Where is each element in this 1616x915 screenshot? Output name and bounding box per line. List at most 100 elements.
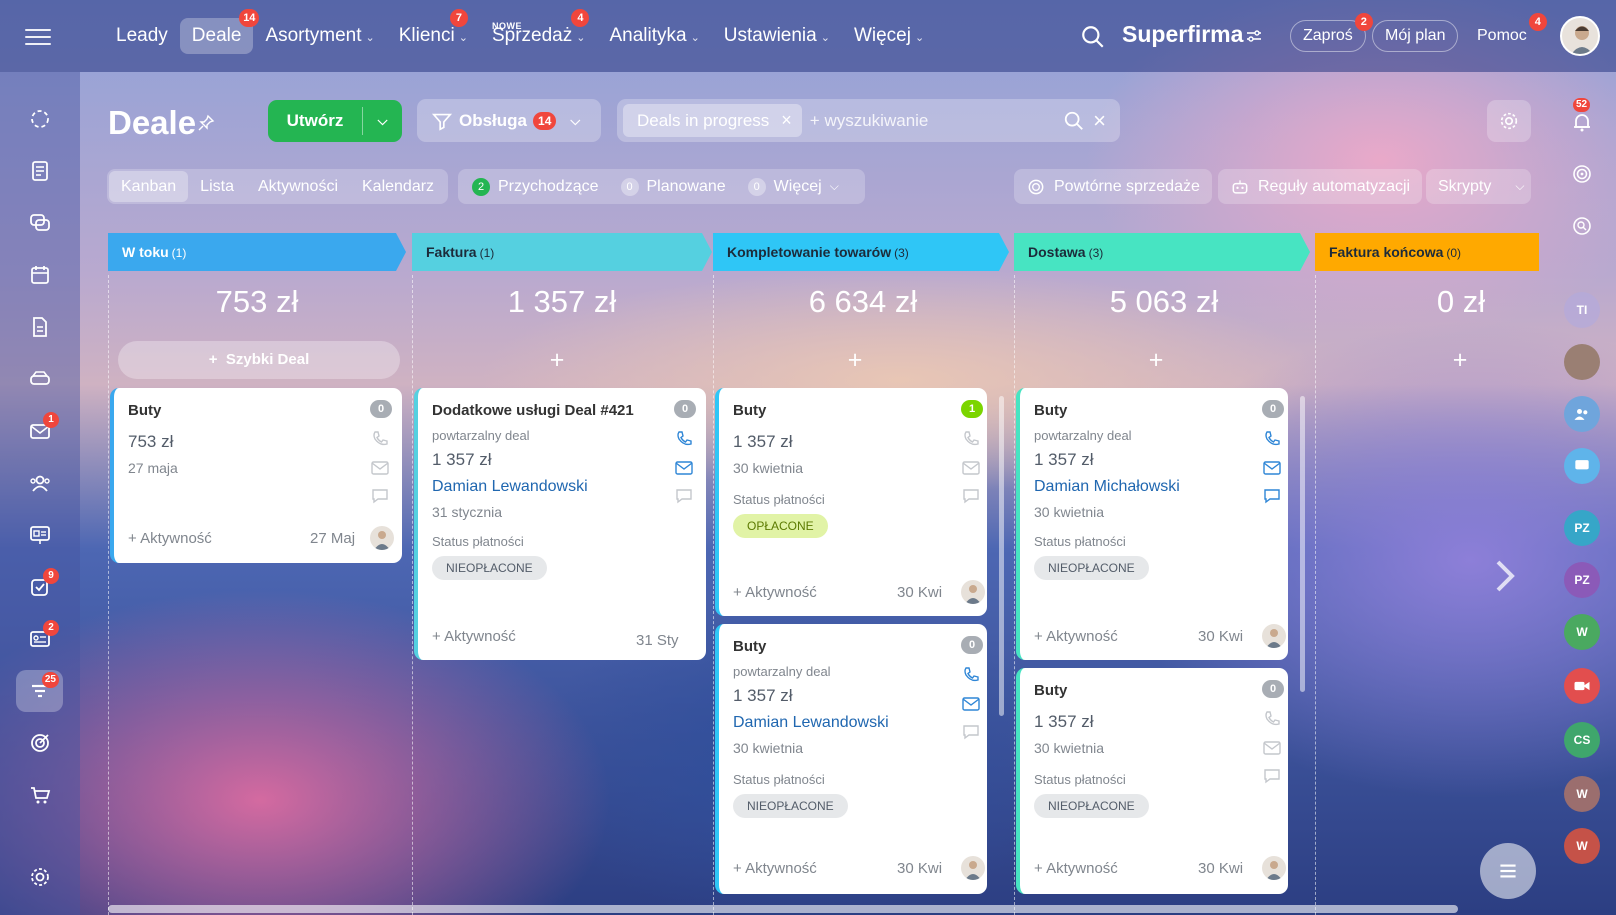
phone-icon[interactable]: [370, 429, 390, 449]
status-badge[interactable]: NIEOPŁACONE: [1034, 794, 1149, 818]
repeat-sales-button[interactable]: Powtórne sprzedaże: [1014, 169, 1212, 204]
add-deal-button[interactable]: +: [1143, 346, 1169, 374]
sidebar-item-feed[interactable]: [16, 150, 63, 192]
clear-icon[interactable]: ×: [1093, 108, 1106, 134]
menu-icon[interactable]: [22, 24, 54, 48]
sidebar-item-crm[interactable]: 25: [16, 670, 63, 712]
chevron-down-icon[interactable]: ⌵: [1515, 179, 1524, 194]
phone-icon[interactable]: [1262, 709, 1282, 729]
user-avatar[interactable]: [1560, 16, 1600, 56]
invite-button[interactable]: Zaproś 2: [1290, 13, 1373, 52]
status-badge[interactable]: NIEOPŁACONE: [432, 556, 547, 580]
chat-widget-button[interactable]: [1480, 843, 1536, 899]
deal-title[interactable]: Dodatkowe usługi Deal #421: [432, 402, 634, 419]
deal-title[interactable]: Buty: [1034, 682, 1067, 699]
comment-icon[interactable]: [370, 486, 390, 506]
sidebar-item-settings[interactable]: [16, 856, 63, 898]
pipeline-selector[interactable]: Obsługa 14 ⌵: [417, 99, 601, 142]
sidebar-item-sites[interactable]: 2: [16, 618, 63, 660]
recent-chat-avatar[interactable]: CS: [1564, 722, 1600, 758]
nav-ustawienia[interactable]: Ustawienia ⌄: [712, 18, 842, 54]
create-button[interactable]: Utwórz ⌵: [268, 100, 402, 142]
add-deal-button[interactable]: +: [1447, 346, 1473, 374]
sidebar-item-shop[interactable]: [16, 774, 63, 816]
sidebar-item-employees[interactable]: [16, 462, 63, 504]
stage-header[interactable]: Faktura (1): [412, 233, 712, 271]
search-icon[interactable]: [1080, 24, 1106, 50]
deal-title[interactable]: Buty: [128, 402, 161, 419]
recent-chat-avatar[interactable]: PZ: [1564, 562, 1600, 598]
pin-icon[interactable]: [197, 114, 215, 132]
deal-title[interactable]: Buty: [733, 402, 766, 419]
mail-icon[interactable]: [961, 458, 981, 478]
comment-icon[interactable]: [1262, 486, 1282, 506]
status-badge[interactable]: NIEOPŁACONE: [1034, 556, 1149, 580]
sliders-icon[interactable]: [1245, 27, 1263, 45]
status-badge[interactable]: NIEOPŁACONE: [733, 794, 848, 818]
nav-analityka[interactable]: Analityka ⌄: [597, 18, 711, 54]
deal-card[interactable]: Buty 1 1 357 zł 30 kwietnia Status płatn…: [715, 388, 987, 616]
sidebar-item-goals[interactable]: [16, 722, 63, 764]
search-input[interactable]: [801, 110, 1064, 131]
nav-klienci[interactable]: Klienci ⌄ 7: [387, 9, 480, 54]
avatar[interactable]: [1262, 856, 1286, 880]
deal-card[interactable]: Buty 0 1 357 zł 30 kwietnia Status płatn…: [1016, 668, 1288, 894]
tab-aktywnosci[interactable]: Aktywności: [246, 171, 350, 202]
sidebar-item-activity[interactable]: [16, 98, 63, 140]
add-activity-link[interactable]: + Aktywność: [1034, 628, 1118, 645]
add-activity-link[interactable]: + Aktywność: [432, 628, 516, 645]
deal-card[interactable]: Buty 0 753 zł 27 maja + Aktywność 27 Maj: [110, 388, 402, 563]
sidebar-item-calendar[interactable]: [16, 254, 63, 296]
tab-lista[interactable]: Lista: [188, 171, 246, 202]
sidebar-item-mail[interactable]: 1: [16, 410, 63, 452]
stage-header[interactable]: Dostawa (3): [1014, 233, 1310, 271]
deal-title[interactable]: Buty: [1034, 402, 1067, 419]
recent-chat-avatar[interactable]: PZ: [1564, 510, 1600, 546]
add-deal-button[interactable]: +: [842, 346, 868, 374]
sidebar-item-drive[interactable]: [16, 358, 63, 400]
recent-chat-avatar[interactable]: W: [1564, 614, 1600, 650]
comment-icon[interactable]: [961, 486, 981, 506]
phone-icon[interactable]: [1262, 429, 1282, 449]
contact-link[interactable]: Damian Michałowski: [1034, 478, 1180, 496]
close-icon[interactable]: ×: [781, 104, 792, 137]
horizontal-scrollbar[interactable]: [108, 905, 1458, 913]
contact-link[interactable]: Damian Lewandowski: [733, 714, 889, 732]
recent-chat-avatar[interactable]: [1564, 448, 1600, 484]
mail-icon[interactable]: [1262, 458, 1282, 478]
nav-leady[interactable]: Leady: [104, 18, 180, 54]
nav-asortyment[interactable]: Asortyment ⌄: [253, 18, 386, 54]
quick-deal-button[interactable]: + Szybki Deal: [118, 341, 400, 379]
counter-planned[interactable]: 0 Planowane: [620, 177, 726, 196]
phone-icon[interactable]: [961, 429, 981, 449]
tab-kalendarz[interactable]: Kalendarz: [350, 171, 446, 202]
counter-more[interactable]: 0 Więcej ⌵: [747, 177, 839, 196]
add-activity-link[interactable]: + Aktywność: [733, 860, 817, 877]
sidebar-item-board[interactable]: [16, 514, 63, 556]
search-chat-button[interactable]: [1564, 208, 1600, 244]
chevron-right-icon[interactable]: [1490, 556, 1520, 596]
counter-incoming[interactable]: 2 Przychodzące: [472, 177, 599, 196]
deal-title[interactable]: Buty: [733, 638, 766, 655]
copilot-button[interactable]: [1564, 156, 1600, 192]
avatar[interactable]: [1262, 624, 1286, 648]
mail-icon[interactable]: [370, 458, 390, 478]
nav-deale[interactable]: Deale 14: [179, 9, 260, 54]
avatar[interactable]: [370, 526, 394, 550]
mail-icon[interactable]: [961, 694, 981, 714]
stage-header[interactable]: Faktura końcowa (0): [1315, 233, 1539, 271]
deal-card[interactable]: Buty 0 powtarzalny deal 1 357 zł Damian …: [1016, 388, 1288, 660]
comment-icon[interactable]: [1262, 766, 1282, 786]
status-badge[interactable]: OPŁACONE: [733, 514, 828, 538]
deal-card[interactable]: Dodatkowe usługi Deal #421 0 powtarzalny…: [414, 388, 706, 660]
search-icon[interactable]: [1063, 110, 1085, 132]
column-scrollbar[interactable]: [999, 396, 1004, 716]
add-activity-link[interactable]: + Aktywność: [733, 584, 817, 601]
recent-chat-avatar[interactable]: [1564, 668, 1600, 704]
sidebar-item-tasks[interactable]: 9: [16, 566, 63, 608]
column-scrollbar[interactable]: [1300, 396, 1305, 692]
recent-chat-avatar[interactable]: W: [1564, 776, 1600, 812]
deal-card[interactable]: Buty 0 powtarzalny deal 1 357 zł Damian …: [715, 624, 987, 894]
automation-rules-button[interactable]: Reguły automatyzacji: [1218, 169, 1423, 204]
nav-wiecej[interactable]: Więcej ⌄: [842, 18, 936, 54]
